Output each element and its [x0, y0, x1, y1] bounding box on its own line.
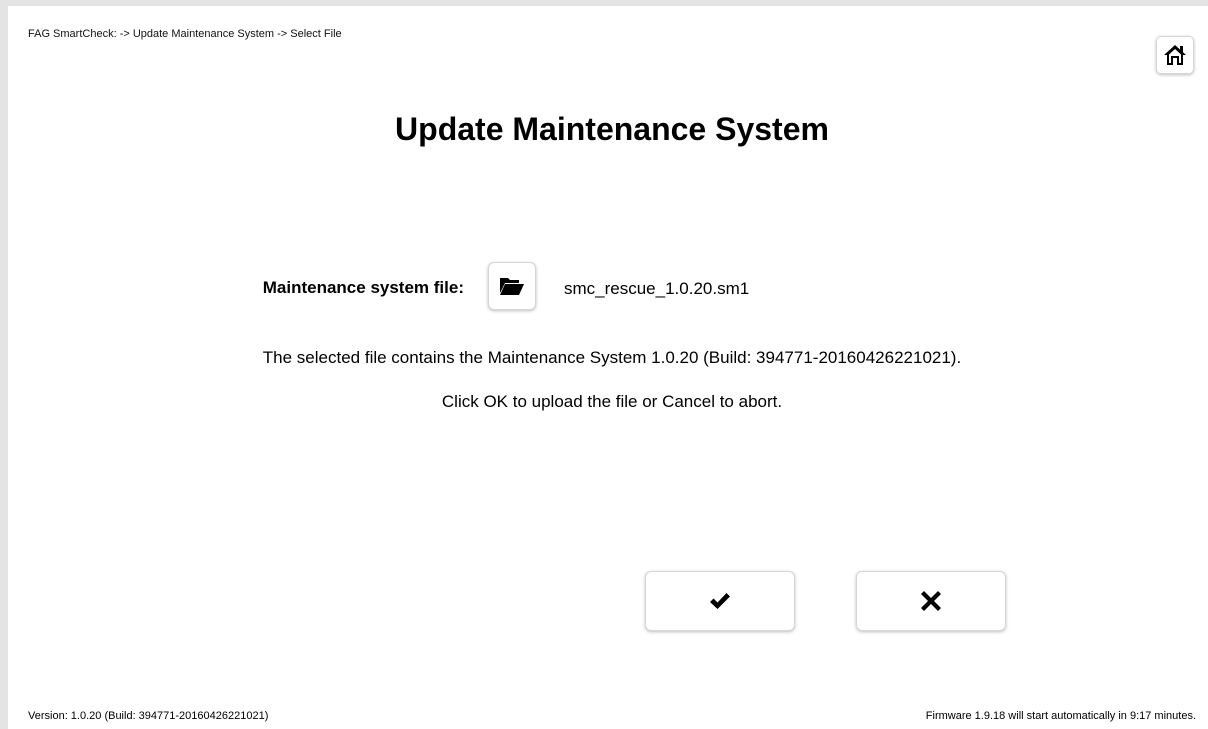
- page-title: Update Maintenance System: [395, 111, 829, 147]
- file-label: Maintenance system file:: [262, 278, 464, 297]
- selected-file-name: smc_rescue_1.0.20.sm1: [564, 279, 750, 298]
- cancel-button[interactable]: [856, 571, 1006, 631]
- file-info-text: The selected file contains the Maintenan…: [262, 348, 962, 367]
- instruction-text: Click OK to upload the file or Cancel to…: [441, 392, 783, 411]
- breadcrumb: FAG SmartCheck: -> Update Maintenance Sy…: [28, 28, 342, 40]
- close-icon: [921, 591, 941, 611]
- folder-open-icon: [500, 278, 524, 295]
- checkmark-icon: [710, 593, 730, 609]
- app-window: FAG SmartCheck: -> Update Maintenance Sy…: [0, 0, 1208, 729]
- home-button[interactable]: [1156, 36, 1194, 74]
- firmware-countdown: Firmware 1.9.18 will start automatically…: [925, 710, 1196, 722]
- browse-file-button[interactable]: [488, 262, 536, 310]
- ok-button[interactable]: [645, 571, 795, 631]
- version-info: Version: 1.0.20 (Build: 394771-201604262…: [28, 710, 269, 722]
- home-icon: [1164, 45, 1186, 65]
